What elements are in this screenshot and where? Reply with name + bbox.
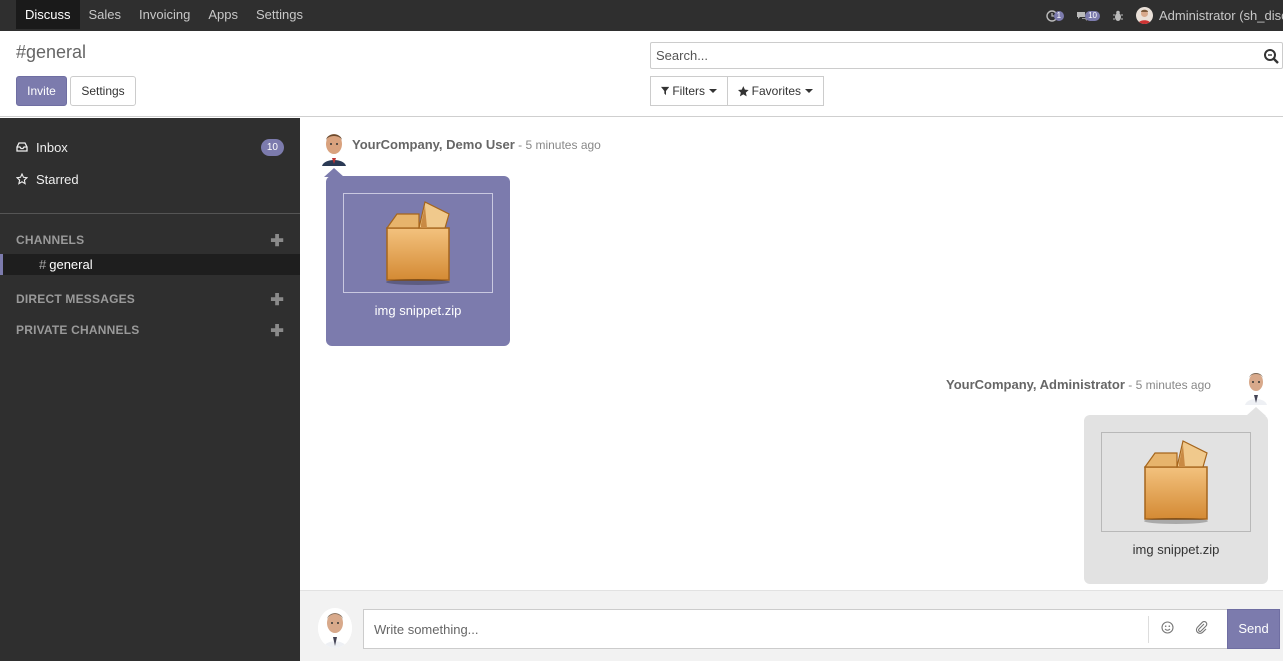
- message-date: 5 minutes ago: [525, 138, 601, 152]
- composer-divider: [1148, 616, 1149, 643]
- filters-dropdown[interactable]: Filters: [650, 76, 728, 106]
- messages-count: 10: [1085, 10, 1100, 21]
- search-icon[interactable]: [1263, 48, 1279, 64]
- filter-icon: [661, 86, 670, 96]
- search-bar: [650, 42, 1283, 69]
- demo-user-avatar[interactable]: [320, 130, 348, 166]
- page-title: #general: [16, 42, 87, 62]
- message-author[interactable]: YourCompany, Administrator: [946, 377, 1125, 392]
- starred-label: Starred: [36, 171, 79, 187]
- star-icon: [738, 85, 749, 96]
- send-button[interactable]: Send: [1227, 609, 1280, 649]
- menu-invoicing[interactable]: Invoicing: [130, 0, 199, 29]
- emoji-icon[interactable]: [1161, 621, 1174, 637]
- sidebar-item-general[interactable]: # general: [0, 254, 300, 275]
- direct-messages-header-label: DIRECT MESSAGES: [16, 292, 136, 306]
- control-panel: #general Invite Settings Filters Favorit…: [0, 31, 1283, 117]
- activity-count: 1: [1053, 10, 1065, 21]
- activity-button[interactable]: 1: [1045, 9, 1065, 22]
- sidebar-divider: [0, 213, 300, 214]
- paperclip-icon[interactable]: [1195, 621, 1208, 637]
- menu-discuss[interactable]: Discuss: [16, 0, 80, 29]
- filters-label: Filters: [672, 84, 705, 98]
- inbox-label: Inbox: [36, 139, 68, 155]
- star-outline-icon: [16, 173, 34, 185]
- channel-settings-button[interactable]: Settings: [70, 76, 136, 106]
- composer-field: [363, 609, 1228, 649]
- attachment-preview[interactable]: [1101, 432, 1251, 532]
- channels-header-label: CHANNELS: [16, 233, 85, 247]
- app-menu: Discuss Sales Invoicing Apps Settings: [16, 0, 312, 31]
- bug-icon: [1113, 10, 1123, 21]
- message-thread: YourCompany, Demo User - 5 minutes ago i…: [300, 118, 1283, 590]
- user-name: Administrator (sh_discu...: [1159, 8, 1283, 23]
- menu-apps[interactable]: Apps: [199, 0, 247, 29]
- invite-button[interactable]: Invite: [16, 76, 67, 106]
- message-separator: -: [514, 138, 526, 152]
- debug-button[interactable]: [1112, 10, 1124, 22]
- inbox-count-badge: 10: [260, 138, 284, 156]
- current-user-avatar: [318, 608, 352, 648]
- chevron-down-icon: [709, 89, 717, 93]
- favorites-dropdown[interactable]: Favorites: [727, 76, 824, 106]
- user-avatar: [1136, 7, 1153, 24]
- favorites-label: Favorites: [751, 84, 801, 98]
- channel-label: general: [49, 257, 93, 272]
- message-separator: -: [1124, 378, 1136, 392]
- message-composer: Send: [300, 590, 1283, 661]
- sidebar-item-starred[interactable]: Starred: [0, 166, 300, 192]
- message-bubble: img snippet.zip: [326, 176, 510, 346]
- message-header: YourCompany, Demo User - 5 minutes ago: [352, 137, 601, 152]
- private-channels-header-label: PRIVATE CHANNELS: [16, 323, 140, 337]
- message-bubble: img snippet.zip: [1084, 415, 1268, 584]
- archive-box-icon: [1143, 440, 1208, 524]
- attachment-name[interactable]: img snippet.zip: [1084, 542, 1268, 557]
- top-navbar: Discuss Sales Invoicing Apps Settings 1 …: [0, 0, 1283, 31]
- user-menu[interactable]: Administrator (sh_discu...: [1136, 7, 1283, 24]
- attachment-name[interactable]: img snippet.zip: [326, 303, 510, 318]
- channels-header: CHANNELS ✚: [16, 233, 284, 251]
- discuss-sidebar: Inbox 10 Starred CHANNELS ✚ # general DI…: [0, 118, 300, 661]
- systray: 1 10 Administrator (sh_discu...: [1045, 0, 1283, 31]
- attachment-preview[interactable]: [343, 193, 493, 293]
- private-channels-header: PRIVATE CHANNELS ✚: [16, 323, 284, 341]
- sidebar-item-inbox[interactable]: Inbox 10: [0, 134, 300, 160]
- messages-button[interactable]: 10: [1076, 10, 1100, 22]
- hash-icon: #: [39, 257, 47, 272]
- chevron-down-icon: [805, 89, 813, 93]
- message-input[interactable]: [364, 610, 1144, 648]
- archive-box-icon: [385, 201, 450, 285]
- direct-messages-header: DIRECT MESSAGES ✚: [16, 292, 284, 310]
- message-date: 5 minutes ago: [1135, 378, 1211, 392]
- add-direct-message-icon[interactable]: ✚: [270, 290, 284, 310]
- message-author[interactable]: YourCompany, Demo User: [352, 137, 515, 152]
- search-input[interactable]: [651, 43, 1251, 68]
- add-private-channel-icon[interactable]: ✚: [270, 321, 284, 341]
- inbox-icon: [16, 142, 34, 152]
- add-channel-icon[interactable]: ✚: [270, 231, 284, 251]
- administrator-avatar[interactable]: [1242, 369, 1270, 405]
- menu-sales[interactable]: Sales: [80, 0, 131, 29]
- message-header: YourCompany, Administrator - 5 minutes a…: [946, 377, 1211, 392]
- menu-settings[interactable]: Settings: [247, 0, 312, 29]
